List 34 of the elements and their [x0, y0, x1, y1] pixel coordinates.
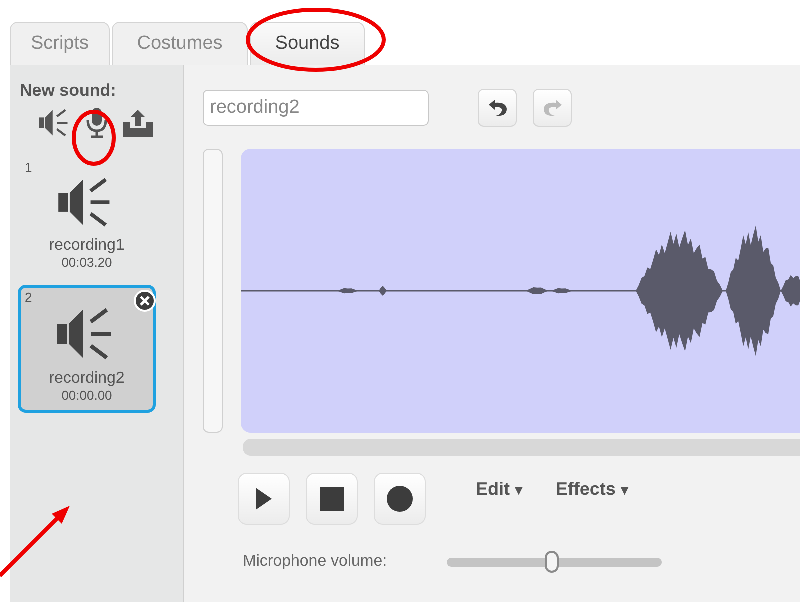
play-icon	[255, 487, 273, 511]
sound-number: 1	[25, 160, 32, 175]
close-icon	[140, 296, 150, 306]
highlight-circle	[72, 110, 116, 166]
redo-icon	[542, 97, 564, 119]
tab[interactable]: Costumes	[112, 22, 248, 65]
stop-icon	[320, 487, 344, 511]
annotation-arrow	[0, 506, 70, 578]
new-sound-label: New sound:	[19, 81, 118, 101]
menu-button[interactable]: Effects▼	[556, 479, 632, 500]
sound-name: recording1	[49, 237, 125, 255]
sound-item[interactable]: 2 recording2 00:00.00	[18, 285, 156, 413]
tab[interactable]: Scripts	[10, 22, 110, 65]
record-icon	[387, 486, 413, 512]
scroll-bar[interactable]	[243, 439, 800, 456]
undo-button[interactable]	[478, 89, 517, 127]
volume-slider[interactable]	[447, 551, 662, 573]
record-button[interactable]	[374, 473, 426, 525]
delete-button[interactable]	[134, 290, 156, 312]
undo-icon	[486, 97, 508, 119]
sound-duration: 00:00.00	[62, 388, 112, 403]
sound-item[interactable]: 1 recording1 00:03.20	[18, 155, 156, 273]
menu-button[interactable]: Edit▼	[476, 479, 526, 500]
sound-number: 2	[25, 290, 32, 305]
sound-name-field[interactable]: recording2	[203, 90, 429, 126]
volume-label: Microphone volume:	[243, 553, 388, 571]
upload-button[interactable]	[122, 108, 154, 138]
sound-duration: 00:03.20	[62, 255, 112, 270]
play-button[interactable]	[238, 473, 290, 525]
sound-name: recording2	[49, 370, 125, 388]
slider-thumb[interactable]	[545, 551, 560, 573]
stop-button[interactable]	[306, 473, 358, 525]
microphone-button[interactable]	[86, 107, 108, 139]
tab[interactable]: Sounds	[250, 22, 365, 65]
